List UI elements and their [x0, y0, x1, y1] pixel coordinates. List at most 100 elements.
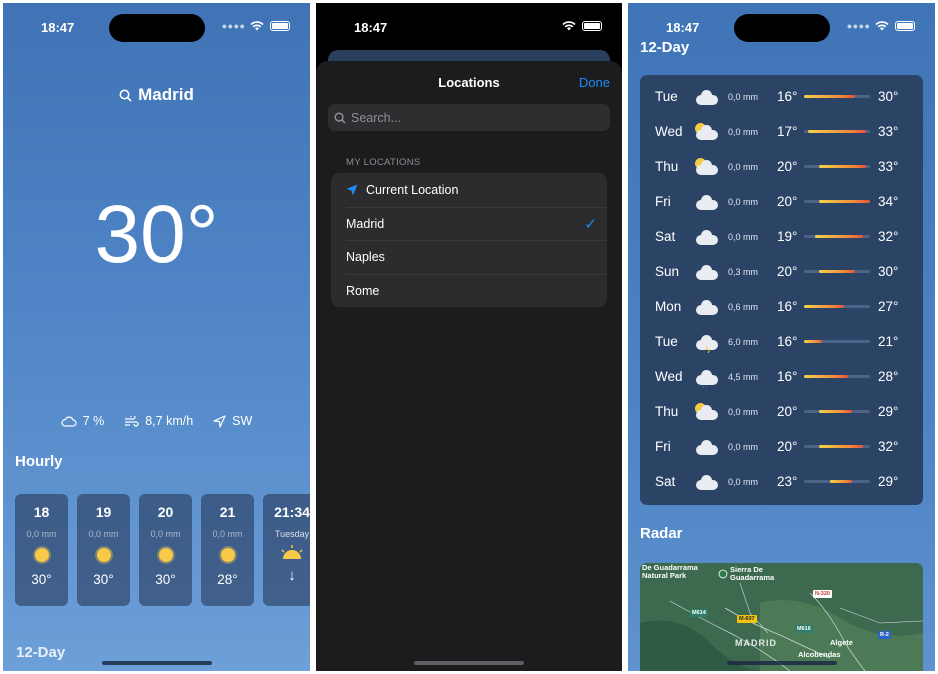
day-low: 20° — [777, 194, 798, 209]
cloud-icon — [695, 193, 719, 211]
checkmark-icon: ✓ — [584, 215, 597, 233]
radar-map[interactable]: De Guadarrama Natural Park Sierra De Gua… — [640, 563, 923, 671]
partly-sunny-icon — [695, 402, 719, 421]
day-high: 21° — [878, 334, 899, 349]
day-precip: 0,3 mm — [728, 266, 759, 277]
day-precip: 0,0 mm — [728, 231, 759, 242]
twelve-day-heading: 12-Day — [640, 39, 690, 56]
temp-range-bar — [804, 235, 870, 238]
sun-icon — [29, 544, 55, 566]
search-icon — [119, 89, 132, 102]
day-row[interactable]: Sat 0,0 mm 23° 29° — [640, 464, 923, 499]
location-item-madrid[interactable]: Madrid ✓ — [346, 206, 607, 241]
day-high: 29° — [878, 404, 899, 419]
temp-range-bar — [804, 270, 870, 273]
day-low: 16° — [777, 299, 798, 314]
sunset-card[interactable]: 21:34 Tuesday ↓ — [263, 494, 310, 606]
hour-precip: 0,0 mm — [88, 529, 119, 539]
day-row[interactable]: Wed 0,0 mm 17° 33° — [640, 114, 923, 149]
temp-range-bar — [804, 340, 870, 343]
day-low: 20° — [777, 404, 798, 419]
wind-direction-icon — [213, 414, 226, 428]
sun-icon — [153, 544, 179, 566]
search-placeholder: Search... — [351, 110, 402, 125]
location-label: Naples — [346, 250, 385, 265]
temp-range-fill — [807, 130, 867, 133]
day-high: 33° — [878, 124, 899, 139]
sun-icon — [91, 544, 117, 566]
temp-range-fill — [804, 375, 848, 378]
day-name: Tue — [655, 89, 678, 104]
temp-range-fill — [818, 410, 852, 413]
locations-sheet: Locations Done Search... MY LOCATIONS Cu… — [316, 61, 622, 671]
search-field[interactable]: Search... — [328, 104, 610, 131]
wifi-icon — [562, 21, 576, 31]
day-row[interactable]: Fri 0,0 mm 20° 34° — [640, 184, 923, 219]
day-name: Thu — [655, 404, 679, 419]
daily-forecast-list: Tue 0,0 mm 16° 30° Wed 0,0 mm 17° 33° Thu 0,0 mm 2… — [640, 75, 923, 505]
day-precip: 0,0 mm — [728, 91, 759, 102]
cloud-cover: 7 % — [82, 414, 105, 428]
status-bar: 18:47 ● ● ● ● — [3, 3, 310, 53]
home-indicator — [414, 661, 524, 665]
day-name: Sat — [655, 474, 676, 489]
down-arrow-icon: ↓ — [288, 567, 296, 584]
day-name: Tue — [655, 334, 678, 349]
battery-icon — [895, 21, 915, 31]
hourly-card[interactable]: 20 0,0 mm 30° — [139, 494, 192, 606]
cloud-icon — [695, 263, 719, 281]
hour-label: 20 — [157, 504, 174, 520]
partly-sunny-icon — [695, 122, 719, 141]
day-precip: 0,0 mm — [728, 406, 759, 417]
temp-range-fill — [815, 235, 863, 238]
temp-range-fill — [804, 340, 823, 343]
locations-screen: 18:47 Locations Done Search... MY LOCATI… — [316, 3, 622, 671]
day-row[interactable]: Thu 0,0 mm 20° 29° — [640, 394, 923, 429]
map-label-sierra: Sierra De Guadarrama — [730, 565, 775, 582]
status-time: 18:47 — [41, 20, 75, 35]
day-row[interactable]: Thu 0,0 mm 20° 33° — [640, 149, 923, 184]
day-row[interactable]: Wed ∙∙ 4,5 mm 16° 28° — [640, 359, 923, 394]
location-item-rome[interactable]: Rome — [346, 273, 607, 308]
location-item-current[interactable]: Current Location — [331, 173, 607, 207]
hourly-card[interactable]: 18 0,0 mm 30° — [15, 494, 68, 606]
day-high: 32° — [878, 229, 899, 244]
hourly-card[interactable]: 19 0,0 mm 30° — [77, 494, 130, 606]
temp-range-bar — [804, 375, 870, 378]
hour-temp: 30° — [31, 572, 52, 587]
road-shield: M-607 — [737, 615, 757, 623]
day-name: Thu — [655, 159, 679, 174]
location-item-naples[interactable]: Naples — [346, 240, 607, 274]
wifi-icon — [875, 21, 889, 31]
weather-screen: 18:47 ● ● ● ● Madrid 30° 7 % 8,7 km/h SW… — [3, 3, 310, 671]
temp-range-bar — [804, 165, 870, 168]
radar-heading: Radar — [640, 525, 683, 542]
day-row[interactable]: Tue 0,0 mm 16° 30° — [640, 79, 923, 114]
done-button[interactable]: Done — [579, 75, 610, 90]
day-row[interactable]: Fri 0,0 mm 20° 32° — [640, 429, 923, 464]
day-precip: 0,6 mm — [728, 301, 759, 312]
temp-range-bar — [804, 480, 870, 483]
day-row[interactable]: Tue ϟ 6,0 mm 16° 21° — [640, 324, 923, 359]
sheet-title: Locations — [438, 75, 500, 90]
road-shield: M614 — [690, 609, 708, 617]
temp-range-bar — [804, 445, 870, 448]
search-icon — [334, 111, 346, 124]
city-button[interactable]: Madrid — [3, 85, 310, 105]
location-label: Rome — [346, 283, 380, 298]
hourly-card[interactable]: 21 0,0 mm 28° — [201, 494, 254, 606]
day-row[interactable]: Sat 0,0 mm 19° 32° — [640, 219, 923, 254]
day-row[interactable]: Sun 0,3 mm 20° 30° — [640, 254, 923, 289]
home-indicator — [101, 661, 212, 665]
hourly-heading: Hourly — [15, 453, 63, 470]
hour-label: 18 — [33, 504, 50, 520]
day-name: Wed — [655, 124, 683, 139]
temp-range-fill — [818, 445, 863, 448]
day-high: 30° — [878, 264, 899, 279]
map-label-madrid: MADRID — [735, 638, 777, 648]
day-low: 19° — [777, 229, 798, 244]
day-row[interactable]: Mon 0,6 mm 16° 27° — [640, 289, 923, 324]
day-high: 33° — [878, 159, 899, 174]
wind-direction: SW — [232, 414, 253, 428]
map-label-park: De Guadarrama Natural Park — [642, 563, 698, 580]
